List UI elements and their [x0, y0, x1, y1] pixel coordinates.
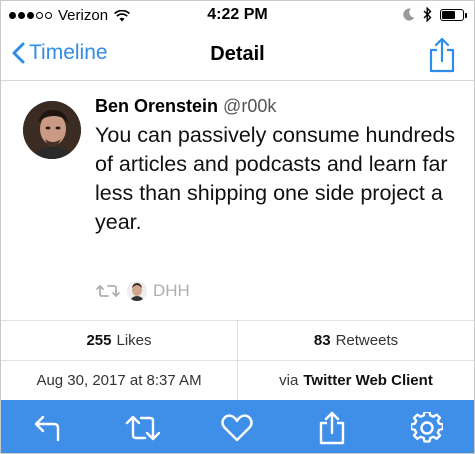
- settings-icon: [410, 411, 443, 443]
- stats-row: 255 Likes 83 Retweets: [1, 320, 474, 360]
- tweet-timestamp: Aug 30, 2017 at 8:37 AM: [36, 372, 202, 389]
- retweeter-avatar: [127, 281, 147, 301]
- battery-icon: [440, 8, 467, 21]
- author-photo-icon: [23, 101, 81, 159]
- retweeter-photo-icon: [127, 281, 147, 301]
- via-label: via: [279, 372, 299, 389]
- battery-level: [442, 10, 455, 19]
- meta-row: Aug 30, 2017 at 8:37 AM via Twitter Web …: [1, 360, 474, 400]
- tweet-body: Ben Orenstein @r00k You can passively co…: [95, 96, 467, 237]
- author-handle[interactable]: @r00k: [223, 96, 276, 116]
- moon-icon: [403, 8, 415, 21]
- retweets-count: 83: [313, 332, 331, 349]
- tweet-text: You can passively consume hundreds of ar…: [95, 123, 456, 234]
- tweet-detail: Ben Orenstein @r00k You can passively co…: [1, 82, 474, 320]
- bluetooth-icon: [423, 7, 432, 22]
- navigation-bar: Timeline Detail: [1, 31, 474, 81]
- page-title: Detail: [210, 43, 265, 65]
- share-icon: [319, 411, 345, 444]
- share-icon: [429, 37, 455, 73]
- retweet-small-icon: [96, 285, 120, 297]
- reply-button[interactable]: [26, 406, 70, 450]
- like-icon: [221, 413, 254, 441]
- retweeter-name: DHH: [153, 281, 190, 300]
- reply-icon: [35, 415, 60, 441]
- nav-share-button[interactable]: [428, 37, 456, 78]
- retweet-button[interactable]: [121, 406, 165, 450]
- status-bar: Verizon 4:22 PM: [1, 1, 474, 31]
- share-button[interactable]: [310, 406, 354, 450]
- like-button[interactable]: [215, 406, 259, 450]
- avatar[interactable]: [23, 101, 81, 159]
- client-cell[interactable]: via Twitter Web Client: [237, 361, 474, 400]
- retweets-count-cell[interactable]: 83 Retweets: [237, 321, 474, 360]
- likes-label: Likes: [116, 332, 152, 349]
- client-name: Twitter Web Client: [303, 372, 433, 389]
- author-line: Ben Orenstein @r00k: [95, 96, 467, 117]
- author-name[interactable]: Ben Orenstein: [95, 96, 218, 116]
- retweets-label: Retweets: [335, 332, 399, 349]
- retweet-icon: [125, 415, 161, 440]
- tweet-detail-screen: Verizon 4:22 PM Timeline Detail Ben Oren…: [0, 0, 475, 454]
- action-toolbar: [1, 400, 474, 453]
- retweeted-by[interactable]: DHH: [95, 281, 190, 301]
- timestamp-cell: Aug 30, 2017 at 8:37 AM: [1, 361, 237, 400]
- likes-count: 255: [86, 332, 112, 349]
- settings-button[interactable]: [405, 406, 449, 450]
- likes-count-cell[interactable]: 255 Likes: [1, 321, 237, 360]
- status-right: [403, 7, 467, 22]
